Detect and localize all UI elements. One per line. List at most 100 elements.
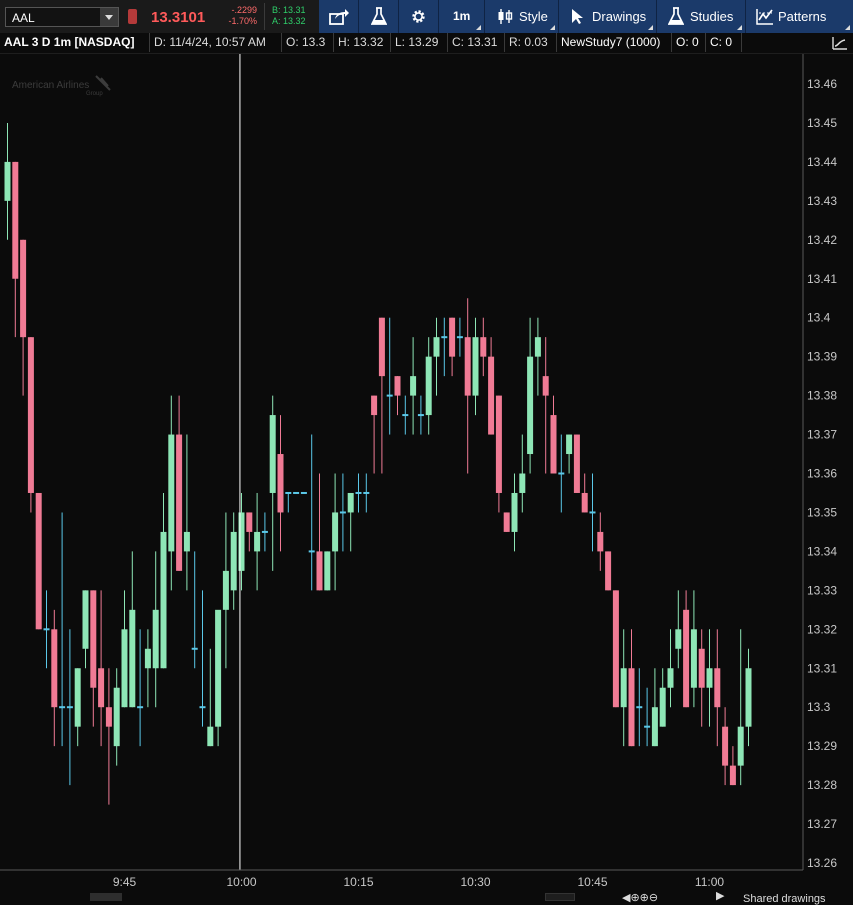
candle-body [51, 629, 58, 708]
last-price: 13.3101 [151, 9, 206, 26]
menu-corner-icon [550, 25, 555, 30]
y-tick-label: 13.29 [807, 739, 837, 753]
chart-title[interactable]: AAL 3 D 1m [NASDAQ] [0, 33, 150, 52]
candle-body [35, 492, 42, 630]
candle-body [503, 512, 510, 532]
candle-body [66, 706, 73, 709]
cursor-icon [572, 9, 583, 24]
candle-body [566, 434, 573, 455]
candle-body [690, 629, 697, 688]
candle-body [168, 434, 175, 552]
y-tick-label: 13.32 [807, 622, 837, 636]
candle-body [558, 472, 565, 475]
candle-body [394, 376, 401, 396]
candle-body [636, 706, 643, 709]
chart-expand-icon[interactable] [825, 33, 853, 53]
x-tick-label: 9:45 [113, 875, 137, 889]
alert-flag-icon[interactable] [128, 9, 137, 24]
candle-body [59, 706, 66, 709]
candle-body [90, 590, 97, 688]
candle-body [308, 550, 315, 553]
menu-corner-icon [476, 25, 481, 30]
candle-body [722, 726, 729, 766]
candle-body [137, 706, 144, 709]
candle-body [222, 570, 229, 610]
candle-body [20, 239, 27, 338]
study-name[interactable]: NewStudy7 (1000) [557, 33, 672, 52]
style-label: Style [519, 9, 548, 24]
candle-body [542, 376, 549, 396]
candle-body [488, 356, 495, 435]
bottom-strip: ◀⊕⊕⊖ ▶ Shared drawings [0, 889, 853, 905]
y-tick-label: 13.41 [807, 272, 837, 286]
candles-icon [498, 9, 513, 24]
candle-body [519, 473, 526, 493]
logo-subtext: Group [86, 91, 103, 97]
scroll-thumb[interactable] [545, 893, 575, 901]
bar-high: H: 13.32 [334, 33, 391, 52]
candle-body [4, 161, 11, 201]
candle-body [589, 511, 596, 514]
studies-lab-button[interactable] [359, 0, 399, 33]
candle-body [176, 434, 183, 571]
chart-info-bar: AAL 3 D 1m [NASDAQ] D: 11/4/24, 10:57 AM… [0, 33, 853, 54]
candle-body [113, 687, 120, 747]
y-tick-label: 13.43 [807, 194, 837, 208]
symbol-input[interactable]: AAL [5, 7, 119, 27]
candle-body [12, 161, 19, 279]
style-button[interactable]: Style [485, 0, 559, 33]
zoom-controls[interactable]: ◀⊕⊕⊖ [622, 891, 658, 904]
candle-body [433, 337, 440, 357]
candle-body [573, 434, 580, 493]
shared-drawings-label[interactable]: Shared drawings [743, 893, 826, 905]
y-tick-label: 13.3 [807, 700, 831, 714]
bid-ask: B: 13.31 A: 13.32 [272, 5, 306, 27]
studies-button[interactable]: Studies [657, 0, 746, 33]
candle-body [215, 609, 222, 727]
candle-body [581, 492, 588, 513]
settings-button[interactable] [399, 0, 439, 33]
y-tick-label: 13.33 [807, 583, 837, 597]
y-tick-label: 13.36 [807, 467, 837, 481]
candle-body [105, 707, 112, 727]
candle-body [628, 668, 635, 747]
candle-body [82, 590, 89, 649]
share-button[interactable] [319, 0, 359, 33]
candle-body [332, 512, 339, 552]
candle-body [238, 512, 245, 571]
x-tick-label: 10:15 [343, 875, 373, 889]
candle-body [449, 317, 456, 357]
x-axis[interactable]: 9:45 10:00 10:15 10:30 10:45 11:00 [113, 875, 725, 889]
candle-body [737, 726, 744, 766]
gear-icon [412, 10, 425, 23]
candle-body [464, 337, 471, 396]
drawings-label: Drawings [592, 9, 647, 24]
price-chart[interactable]: American Airlines Group 13.2613.2713.281… [0, 54, 853, 891]
drawings-button[interactable]: Drawings [559, 0, 657, 33]
y-axis[interactable]: 13.26 13.27 13.28 13.29 13.3 13.31 13.32 13.33 1… [807, 77, 837, 870]
candle-body [363, 491, 370, 494]
percent-change: -1.70% [228, 16, 257, 26]
play-icon[interactable]: ▶ [716, 889, 724, 902]
candle-body [550, 415, 557, 474]
y-tick-label: 13.39 [807, 350, 837, 364]
candle-body [683, 609, 690, 708]
price-change: -.2299 -1.70% [223, 5, 257, 27]
y-tick-label: 13.27 [807, 817, 837, 831]
symbol-dropdown-button[interactable] [100, 8, 118, 26]
candle-body [207, 726, 214, 747]
candle-body [417, 414, 424, 417]
x-tick-label: 11:00 [695, 875, 724, 889]
patterns-button[interactable]: Patterns [746, 0, 853, 33]
horizontal-scrollbar[interactable] [90, 893, 122, 901]
x-tick-label: 10:30 [460, 875, 490, 889]
candle-body [675, 629, 682, 649]
bid-price: B: 13.31 [272, 5, 306, 15]
candle-body [534, 337, 541, 357]
candle-body [729, 765, 736, 786]
menu-corner-icon [648, 25, 653, 30]
candle-body [261, 530, 268, 533]
candle-body [612, 590, 619, 708]
y-tick-label: 13.45 [807, 116, 837, 130]
interval-button[interactable]: 1m [439, 0, 485, 33]
